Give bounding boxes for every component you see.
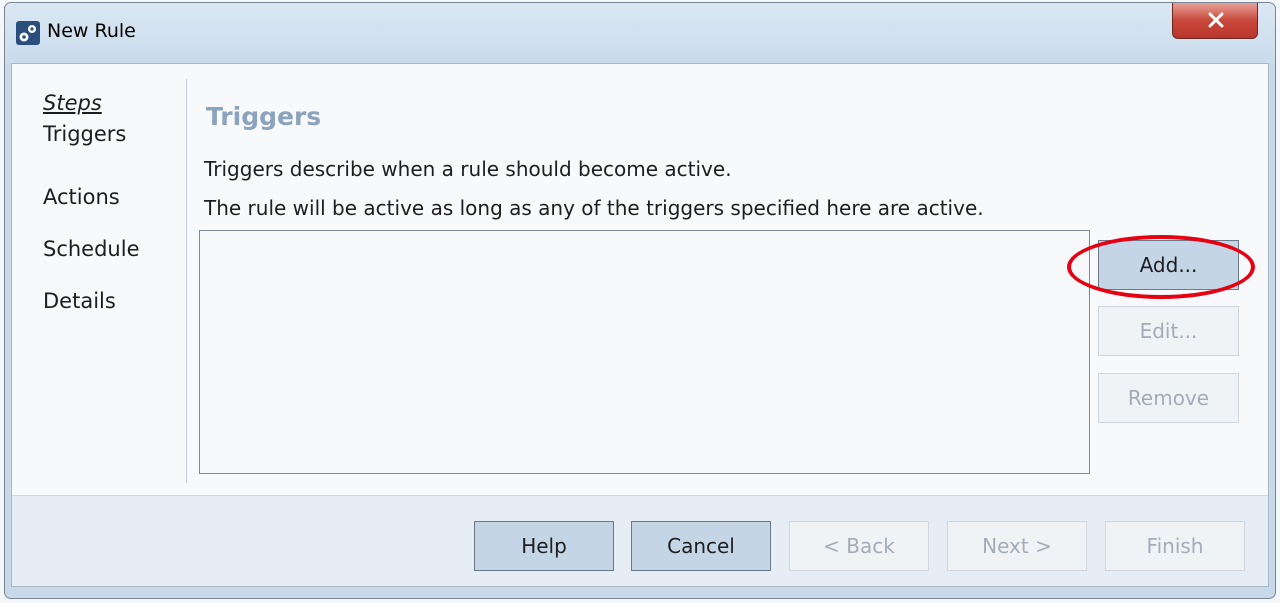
close-button[interactable] [1172, 3, 1258, 39]
step-item-actions[interactable]: Actions [43, 171, 183, 223]
finish-button[interactable]: Finish [1105, 521, 1245, 571]
dialog-body: Steps Triggers Actions Schedule Details … [11, 63, 1269, 587]
steps-divider [186, 79, 187, 483]
remove-trigger-button[interactable]: Remove [1098, 373, 1239, 423]
description-line-1: Triggers describe when a rule should bec… [204, 157, 732, 181]
edit-trigger-button[interactable]: Edit... [1098, 306, 1239, 356]
step-item-details[interactable]: Details [43, 275, 183, 327]
cancel-button[interactable]: Cancel [631, 521, 771, 571]
title-bar[interactable]: New Rule [5, 3, 1275, 63]
step-item-triggers[interactable]: Triggers [43, 119, 183, 149]
description-line-2: The rule will be active as long as any o… [204, 196, 984, 220]
steps-header: Steps [43, 91, 102, 115]
app-icon [16, 21, 40, 45]
page-title: Triggers [206, 102, 322, 131]
new-rule-dialog: New Rule Steps Triggers Actions Schedule… [4, 2, 1276, 599]
close-icon [1208, 12, 1224, 28]
window-title: New Rule [47, 20, 136, 42]
step-item-schedule[interactable]: Schedule [43, 223, 183, 275]
steps-panel: Steps Triggers Actions Schedule Details [43, 91, 183, 327]
add-trigger-button[interactable]: Add... [1098, 240, 1239, 290]
wizard-content: Steps Triggers Actions Schedule Details … [12, 64, 1268, 496]
triggers-list[interactable] [199, 230, 1090, 474]
back-button[interactable]: < Back [789, 521, 929, 571]
dialog-footer: Help Cancel < Back Next > Finish [12, 496, 1268, 586]
next-button[interactable]: Next > [947, 521, 1087, 571]
help-button[interactable]: Help [474, 521, 614, 571]
